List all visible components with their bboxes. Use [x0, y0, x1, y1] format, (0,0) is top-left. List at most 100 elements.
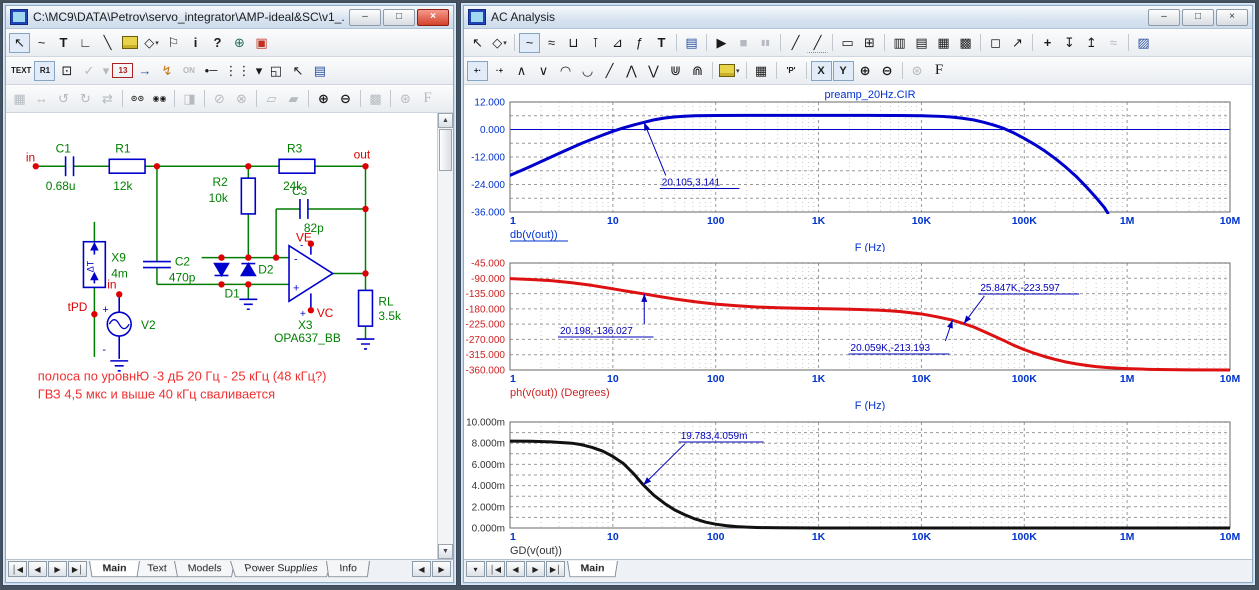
pin-connections-toggle-icon[interactable]: ●— [200, 61, 221, 81]
phase-plot[interactable]: -45.000 -90.000 -135.000 -180.000 -225.000 -2… [464, 257, 1256, 413]
plot-nav-button-3[interactable]: ▶ [526, 561, 545, 577]
power-display-toggle-icon[interactable]: ↯ [156, 61, 177, 81]
grid-toggle-icon[interactable]: ⋮⋮ [222, 61, 252, 81]
grid-horizontal-icon[interactable]: ▤ [911, 33, 932, 53]
go-to-low-icon[interactable]: ◡ [577, 61, 598, 81]
text-tool-icon[interactable]: T [651, 33, 672, 53]
scroll-down-arrow[interactable]: ▼ [438, 544, 453, 559]
panel-toggle-icon[interactable]: ◻ [985, 33, 1006, 53]
tag-horizontal-icon[interactable]: ↥ [1081, 33, 1102, 53]
cross-cursor-toggle-icon[interactable]: ↖ [287, 61, 308, 81]
info-page-icon[interactable]: ◨ [179, 89, 200, 109]
font-tool-icon[interactable]: F [417, 89, 438, 109]
properties-icon[interactable]: ▤ [309, 61, 330, 81]
label-branches-dropdown-icon[interactable]: ▾ [736, 67, 740, 75]
global-high-icon[interactable]: ⋀ [621, 61, 642, 81]
info-mode-icon[interactable]: i [185, 33, 206, 53]
grid-dropdown-icon[interactable]: ▾ [253, 61, 264, 81]
cursor-add-icon[interactable]: + [1037, 33, 1058, 53]
plot-nav-button-0[interactable]: ▾ [466, 561, 485, 577]
zoom-in-icon[interactable]: ⊕ [313, 89, 334, 109]
plot-nav-button-1[interactable]: │◀ [486, 561, 505, 577]
shape-tools-dropdown-icon[interactable]: ▾ [503, 39, 507, 47]
zoom-out-icon[interactable]: ⊖ [877, 61, 898, 81]
vip-dropdown-icon[interactable]: ▾ [100, 61, 111, 81]
tab-nav-button-1[interactable]: ◀ [28, 561, 47, 577]
redo-icon[interactable]: ↻ [75, 89, 96, 109]
tab-nav-button-2[interactable]: ▶ [48, 561, 67, 577]
restore-button[interactable]: □ [1182, 8, 1214, 26]
pin-joint-icon[interactable]: ↔ [31, 89, 52, 109]
paste-picture-icon[interactable]: ▰ [283, 89, 304, 109]
go-to-valley-icon[interactable]: ∨ [533, 61, 554, 81]
sheet-tab-text[interactable]: Text [134, 561, 181, 578]
go-to-high-icon[interactable]: ◠ [555, 61, 576, 81]
color-palette-icon[interactable]: ▨ [1133, 33, 1154, 53]
label-branches-icon[interactable]: ▾ [717, 61, 742, 81]
help-mode-icon[interactable]: ? [207, 33, 228, 53]
attribute-toggle-icon[interactable]: R1 [34, 60, 56, 81]
go-to-slope-icon[interactable]: ╱ [599, 61, 620, 81]
condition-display-toggle-icon[interactable]: ON [178, 61, 199, 81]
tag-vertical-icon[interactable]: ↧ [1059, 33, 1080, 53]
function-tool-icon[interactable]: ƒ [629, 33, 650, 53]
x-scale-icon[interactable]: X [810, 60, 832, 81]
properties-icon[interactable]: ▤ [681, 33, 702, 53]
sheet-tab-power-supplies[interactable]: Power Supplies [229, 561, 333, 578]
ortho-wire-mode-icon[interactable]: ∟ [75, 33, 96, 53]
go-to-peak-icon[interactable]: ∧ [511, 61, 532, 81]
find-icon[interactable]: ⊙⊙ [127, 89, 148, 109]
vip-toggle-icon[interactable]: ✓ [78, 61, 99, 81]
scroll-up-arrow[interactable]: ▲ [438, 113, 453, 128]
waveform-select-icon[interactable]: ≈ [541, 33, 562, 53]
run-analysis-icon[interactable]: ▶ [711, 33, 732, 53]
pause-analysis-icon[interactable]: ▮▮ [755, 33, 776, 53]
file-mode-icon[interactable]: ▩ [365, 89, 386, 109]
flag-mode-icon[interactable]: ⚐ [163, 33, 184, 53]
grid-minor-icon[interactable]: ▩ [955, 33, 976, 53]
undo-icon[interactable]: ↺ [53, 89, 74, 109]
sheet-tab-main[interactable]: Main [89, 561, 141, 578]
hscroll-button-0[interactable]: ◀ [412, 561, 431, 577]
scope-mode-icon[interactable]: ~ [519, 32, 540, 53]
global-low-icon[interactable]: ⋁ [643, 61, 664, 81]
component-chip-icon[interactable] [119, 33, 140, 53]
zoom-out-icon[interactable]: ⊖ [335, 89, 356, 109]
align-cursors-icon[interactable]: ≈ [1103, 33, 1124, 53]
tab-nav-button-3[interactable]: ▶│ [68, 561, 87, 577]
node-numbers-toggle-icon[interactable]: ⊡ [56, 61, 77, 81]
schematic-canvas[interactable]: in C1 0.68u R1 12k R3 24k out R2 10k C3 … [6, 113, 437, 577]
close-info-icon[interactable]: ⊗ [231, 89, 252, 109]
shape-tools-icon[interactable]: ◇ ▾ [141, 33, 162, 53]
plot-area[interactable]: 12.000 0.000 -12.000 -24.000 -36.000 1 10 100 1K… [464, 85, 1252, 570]
plot-nav-button-4[interactable]: ▶│ [546, 561, 565, 577]
find-repeat-icon[interactable]: ◉◉ [149, 89, 170, 109]
copy-picture-icon[interactable]: ▱ [261, 89, 282, 109]
vertical-scrollbar[interactable]: ▲ ▼ [437, 113, 453, 559]
hscroll-button-1[interactable]: ▶ [432, 561, 451, 577]
globe-link-icon[interactable]: ⊛ [395, 89, 416, 109]
db-plot[interactable]: 12.000 0.000 -12.000 -24.000 -36.000 1 10 100 1K… [464, 88, 1256, 254]
trackers-toggle-icon[interactable]: ↗ [1007, 33, 1028, 53]
group-delay-plot[interactable]: 10.000m 8.000m 6.000m 4.000m 2.000m 0.000m 1 10… [464, 416, 1256, 574]
select-boxes-icon[interactable]: ▦ [9, 89, 30, 109]
font-tool-icon[interactable]: F [929, 61, 950, 81]
clamp-tool-icon[interactable]: ⊔ [563, 33, 584, 53]
cursor-right-icon[interactable]: ·+ [489, 61, 510, 81]
select-tool-icon[interactable]: ↖ [467, 33, 488, 53]
numeric-output-icon[interactable]: ▦ [751, 61, 772, 81]
globe-link-icon[interactable]: ⊛ [907, 61, 928, 81]
wire-mode-icon[interactable]: ~ [31, 33, 52, 53]
go-to-branch-icon[interactable]: ⋓ [665, 61, 686, 81]
analysis-titlebar[interactable]: AC Analysis – □ × [464, 6, 1252, 29]
line-mode-icon[interactable]: ╲ [97, 33, 118, 53]
plot-tab-main[interactable]: Main [567, 561, 619, 578]
stop-analysis-icon[interactable]: ■ [733, 33, 754, 53]
sheet-tab-info[interactable]: Info [326, 561, 371, 578]
select-tool-icon[interactable]: ↖ [9, 32, 30, 53]
shape-tools-icon[interactable]: ◇ ▾ [489, 33, 510, 53]
cursor-left-icon[interactable]: +· [467, 60, 488, 81]
text-mode-icon[interactable]: T [53, 33, 74, 53]
slope-tool-icon[interactable]: ⊿ [607, 33, 628, 53]
go-to-x-icon[interactable]: ⋒ [687, 61, 708, 81]
